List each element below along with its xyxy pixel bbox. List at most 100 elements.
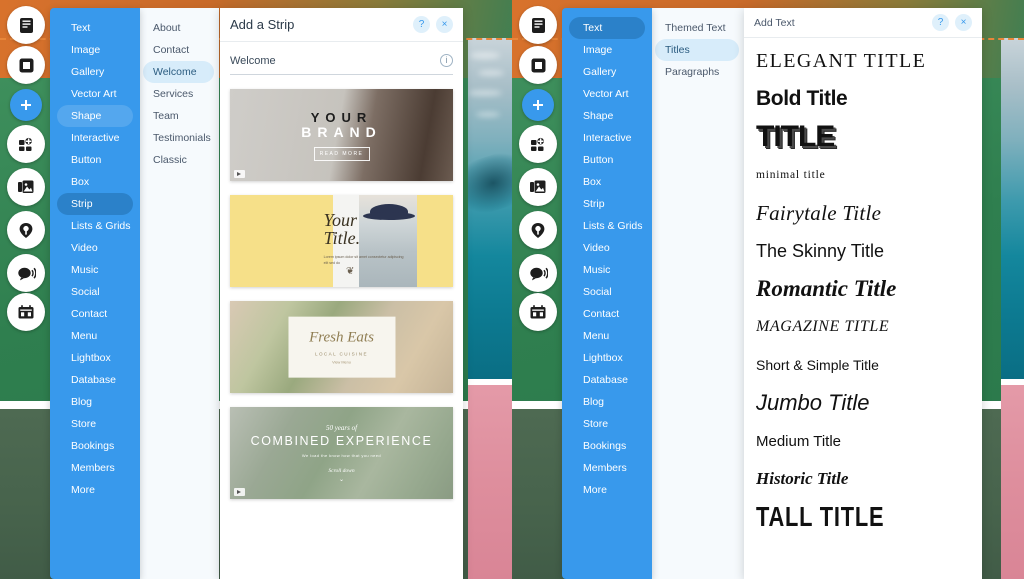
add-menu-item-database[interactable]: Database (569, 369, 645, 391)
add-menu-item-vector-art[interactable]: Vector Art (569, 83, 645, 105)
text-preset-row[interactable]: The Skinny Title (756, 232, 970, 270)
strip-category-contact[interactable]: Contact (143, 39, 214, 61)
bookings-icon[interactable] (7, 293, 45, 331)
add-menu-item-store[interactable]: Store (57, 413, 133, 435)
strip-category-welcome[interactable]: Welcome (143, 61, 214, 83)
text-preset-row[interactable]: MAGAZINE TITLE (756, 308, 970, 346)
strip-thumbnail[interactable]: Fresh Eats LOCAL CUISINE View Menu (230, 301, 453, 393)
close-icon[interactable]: × (436, 16, 453, 33)
add-menu-item-store[interactable]: Store (569, 413, 645, 435)
strip-category-team[interactable]: Team (143, 105, 214, 127)
add-menu-item-contact[interactable]: Contact (57, 303, 133, 325)
blog-chat-icon[interactable] (519, 254, 557, 292)
bookings-icon[interactable] (519, 293, 557, 331)
add-menu-item-strip[interactable]: Strip (569, 193, 645, 215)
add-menu-item-blog[interactable]: Blog (569, 391, 645, 413)
add-menu-item-music[interactable]: Music (57, 259, 133, 281)
add-menu-item-video[interactable]: Video (569, 237, 645, 259)
help-icon[interactable]: ? (413, 16, 430, 33)
strip-category-about[interactable]: About (143, 17, 214, 39)
text-preset-label: MAGAZINE TITLE (756, 318, 890, 335)
add-menu-item-image[interactable]: Image (57, 39, 133, 61)
text-preset-row[interactable]: Medium Title (756, 422, 970, 460)
add-menu-item-box[interactable]: Box (57, 171, 133, 193)
pages-icon[interactable] (7, 6, 45, 44)
add-menu-item-bookings[interactable]: Bookings (57, 435, 133, 457)
strip-thumbnail[interactable]: 50 years of COMBINED EXPERIENCE We load … (230, 407, 453, 499)
add-menu-item-members[interactable]: Members (569, 457, 645, 479)
add-menu-item-vector-art[interactable]: Vector Art (57, 83, 133, 105)
add-menu-item-social[interactable]: Social (57, 281, 133, 303)
strip-thumbnail[interactable]: YOUR BRAND READ MORE (230, 89, 453, 181)
text-preset-row[interactable]: TITLE (756, 118, 970, 156)
text-preset-row[interactable]: Short & Simple Title (756, 346, 970, 384)
design-pen-icon[interactable] (7, 211, 45, 249)
add-menu-item-button[interactable]: Button (57, 149, 133, 171)
text-category-themed-text[interactable]: Themed Text (655, 17, 739, 39)
add-menu-item-lists-grids[interactable]: Lists & Grids (569, 215, 645, 237)
add-menu-item-database[interactable]: Database (57, 369, 133, 391)
text-preset-row[interactable]: Fairytale Title (756, 194, 970, 232)
add-menu-item-shape[interactable]: Shape (569, 105, 645, 127)
add-menu-item-shape[interactable]: Shape (57, 105, 133, 127)
strip-thumb-subtext: View Menu (332, 360, 351, 365)
text-category-panel: Themed Text Titles Paragraphs (652, 8, 744, 579)
info-icon[interactable]: i (440, 54, 453, 67)
add-menu-item-interactive[interactable]: Interactive (569, 127, 645, 149)
add-icon[interactable] (10, 89, 42, 121)
add-menu-item-music[interactable]: Music (569, 259, 645, 281)
add-menu-item-members[interactable]: Members (57, 457, 133, 479)
design-pen-icon[interactable] (519, 211, 557, 249)
add-menu-item-blog[interactable]: Blog (57, 391, 133, 413)
text-preset-row[interactable]: TALL TITLE (756, 498, 970, 536)
add-menu-item-text[interactable]: Text (57, 17, 133, 39)
blog-chat-icon[interactable] (7, 254, 45, 292)
add-menu-item-more[interactable]: More (57, 479, 133, 501)
text-category-titles[interactable]: Titles (655, 39, 739, 61)
add-menu-item-image[interactable]: Image (569, 39, 645, 61)
canvas-ocean-image (468, 38, 512, 379)
add-menu-item-button[interactable]: Button (569, 149, 645, 171)
add-menu-item-strip[interactable]: Strip (57, 193, 133, 215)
add-menu-item-lists-grids[interactable]: Lists & Grids (57, 215, 133, 237)
add-menu-item-social[interactable]: Social (569, 281, 645, 303)
text-preset-label: Short & Simple Title (756, 357, 879, 373)
text-preset-row[interactable]: minimal title (756, 156, 970, 194)
strip-thumb-line2: Title. (323, 228, 361, 248)
add-menu-item-interactive[interactable]: Interactive (57, 127, 133, 149)
background-icon[interactable] (7, 46, 45, 84)
text-preset-row[interactable]: Romantic Title (756, 270, 970, 308)
strip-category-services[interactable]: Services (143, 83, 214, 105)
pages-icon[interactable] (519, 6, 557, 44)
strip-section-label: Welcome (230, 54, 276, 67)
apps-market-icon[interactable] (519, 125, 557, 163)
add-menu-item-menu[interactable]: Menu (569, 325, 645, 347)
add-menu-item-lightbox[interactable]: Lightbox (569, 347, 645, 369)
text-preset-row[interactable]: ELEGANT TITLE (756, 42, 970, 80)
add-menu-item-text[interactable]: Text (569, 17, 645, 39)
add-menu-item-lightbox[interactable]: Lightbox (57, 347, 133, 369)
background-icon[interactable] (519, 46, 557, 84)
text-preset-row[interactable]: Jumbo Title (756, 384, 970, 422)
my-uploads-icon[interactable] (519, 168, 557, 206)
add-menu-item-bookings[interactable]: Bookings (569, 435, 645, 457)
text-preset-row[interactable]: Historic Title (756, 460, 970, 498)
help-icon[interactable]: ? (932, 14, 949, 31)
add-menu-item-video[interactable]: Video (57, 237, 133, 259)
strip-category-classic[interactable]: Classic (143, 149, 214, 171)
strip-category-testimonials[interactable]: Testimonials (143, 127, 214, 149)
add-icon[interactable] (522, 89, 554, 121)
add-text-panel-body: ELEGANT TITLE Bold Title TITLE minimal titl… (744, 38, 982, 536)
add-menu-item-contact[interactable]: Contact (569, 303, 645, 325)
add-menu-item-more[interactable]: More (569, 479, 645, 501)
add-menu-item-box[interactable]: Box (569, 171, 645, 193)
my-uploads-icon[interactable] (7, 168, 45, 206)
apps-market-icon[interactable] (7, 125, 45, 163)
strip-thumbnail[interactable]: Your Title. Lorem ipsum dolor sit amet c… (230, 195, 453, 287)
text-category-paragraphs[interactable]: Paragraphs (655, 61, 739, 83)
add-menu-item-menu[interactable]: Menu (57, 325, 133, 347)
add-menu-item-gallery[interactable]: Gallery (569, 61, 645, 83)
text-preset-row[interactable]: Bold Title (756, 80, 970, 118)
close-icon[interactable]: × (955, 14, 972, 31)
add-menu-item-gallery[interactable]: Gallery (57, 61, 133, 83)
